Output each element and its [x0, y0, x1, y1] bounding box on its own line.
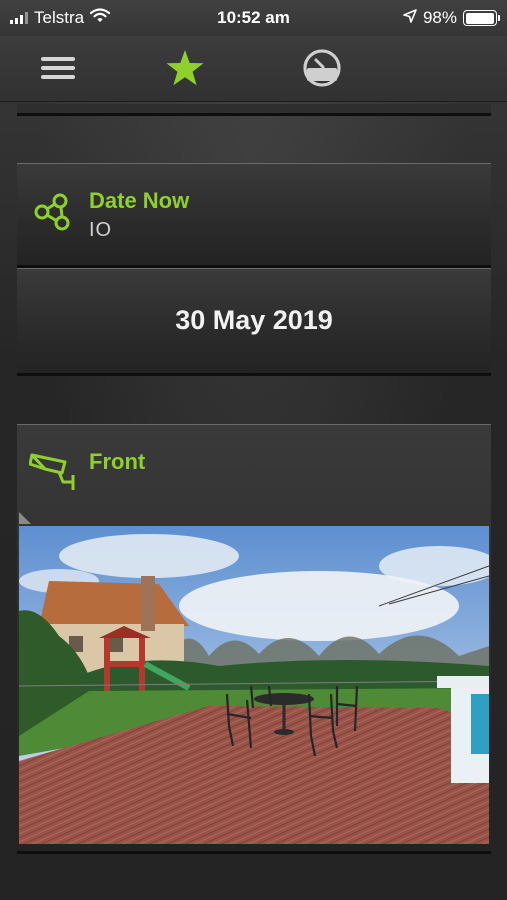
status-bar: Telstra 10:52 am 98% [0, 0, 507, 36]
camera-widget-title: Front [89, 449, 146, 474]
star-icon [166, 50, 204, 86]
date-widget-card[interactable]: Date Now IO [17, 163, 491, 268]
date-widget-title: Date Now [89, 188, 190, 213]
top-navigation [0, 36, 507, 102]
security-camera-icon [28, 451, 77, 498]
gauge-icon [303, 49, 341, 87]
dashboard-button[interactable] [300, 48, 344, 88]
resize-corner-icon [19, 512, 31, 524]
battery-icon [463, 10, 500, 26]
clock: 10:52 am [217, 8, 290, 27]
camera-feed-image[interactable] [19, 526, 489, 844]
partial-card [17, 104, 491, 116]
date-widget-subtitle: IO [89, 219, 113, 241]
date-value: 30 May 2019 [175, 305, 333, 335]
favorites-button[interactable] [163, 48, 207, 88]
hamburger-menu-icon [41, 57, 75, 79]
date-value-card: 30 May 2019 [17, 268, 491, 376]
menu-button[interactable] [36, 48, 80, 88]
nodes-icon [33, 192, 73, 237]
